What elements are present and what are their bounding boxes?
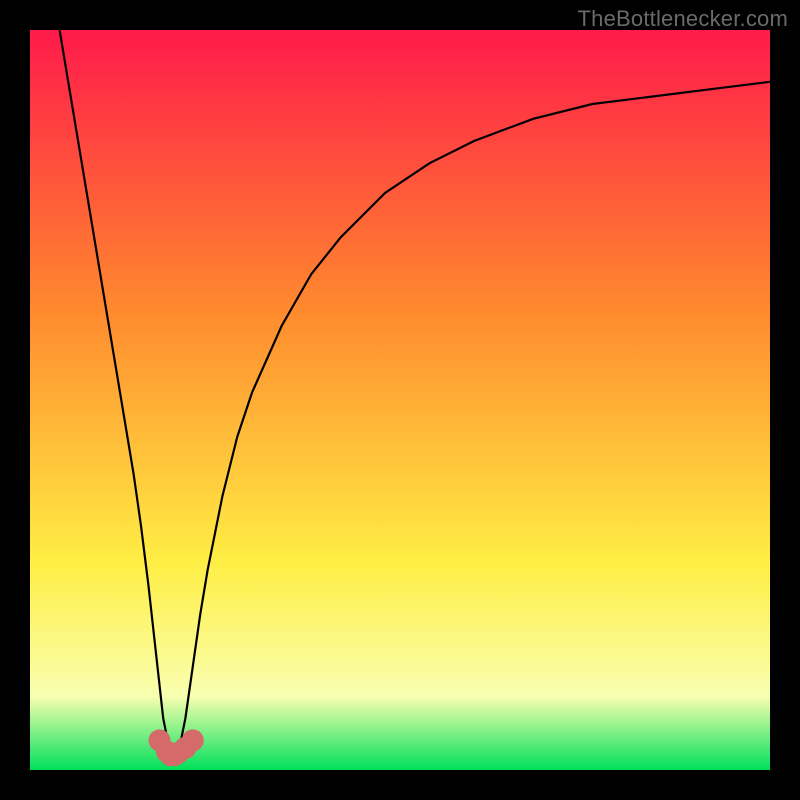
bottleneck-chart — [30, 30, 770, 770]
min-marker — [182, 729, 204, 751]
attribution-text: TheBottlenecker.com — [578, 6, 788, 32]
chart-frame — [30, 30, 770, 770]
gradient-background — [30, 30, 770, 770]
